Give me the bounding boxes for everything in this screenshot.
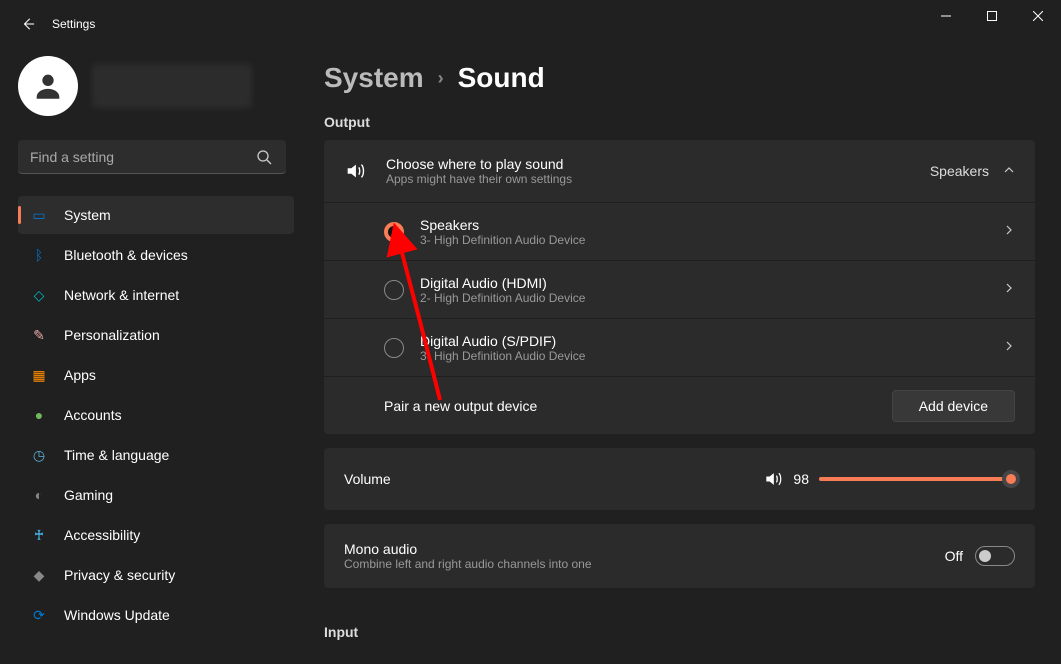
mono-toggle[interactable] [975, 546, 1015, 566]
output-header-subtitle: Apps might have their own settings [386, 172, 930, 186]
mono-audio-subtitle: Combine left and right audio channels in… [344, 557, 945, 571]
output-device-row[interactable]: Speakers3- High Definition Audio Device [324, 202, 1035, 260]
nav-icon: ◆ [30, 566, 48, 584]
chevron-right-icon [1003, 282, 1015, 297]
close-button[interactable] [1015, 0, 1061, 32]
minimize-button[interactable] [923, 0, 969, 32]
search-input[interactable] [18, 140, 286, 174]
output-card: Choose where to play sound Apps might ha… [324, 140, 1035, 434]
nav-label: System [64, 207, 111, 223]
breadcrumb-parent[interactable]: System [324, 62, 424, 94]
nav-icon: ● [30, 406, 48, 424]
nav-label: Bluetooth & devices [64, 247, 188, 263]
search-icon [256, 149, 272, 165]
avatar [18, 56, 78, 116]
nav-label: Time & language [64, 447, 169, 463]
nav-icon: ▭ [30, 206, 48, 224]
user-profile[interactable] [18, 56, 294, 116]
mono-audio-title: Mono audio [344, 541, 945, 557]
volume-value: 98 [793, 471, 809, 487]
nav-icon: ◐ [30, 486, 48, 504]
output-section-label: Output [324, 114, 1035, 130]
mono-audio-card: Mono audio Combine left and right audio … [324, 524, 1035, 588]
add-device-button[interactable]: Add device [892, 390, 1015, 422]
breadcrumb-current: Sound [458, 62, 545, 94]
speaker-icon [344, 160, 366, 182]
chevron-up-icon [1003, 164, 1015, 179]
maximize-button[interactable] [969, 0, 1015, 32]
output-selected-device: Speakers [930, 163, 989, 179]
mono-toggle-state: Off [945, 548, 963, 564]
sidebar-item-bluetooth-devices[interactable]: ᛒ Bluetooth & devices [18, 236, 294, 274]
sidebar-item-gaming[interactable]: ◐ Gaming [18, 476, 294, 514]
nav-icon: ✎ [30, 326, 48, 344]
nav-label: Personalization [64, 327, 160, 343]
volume-card: Volume 98 [324, 448, 1035, 510]
sidebar-item-accessibility[interactable]: ♰ Accessibility [18, 516, 294, 554]
profile-name-redacted [92, 64, 252, 108]
sidebar-item-personalization[interactable]: ✎ Personalization [18, 316, 294, 354]
device-radio[interactable] [384, 280, 404, 300]
sidebar-item-windows-update[interactable]: ⟳ Windows Update [18, 596, 294, 634]
volume-slider[interactable] [819, 477, 1015, 481]
output-device-row[interactable]: Digital Audio (HDMI)2- High Definition A… [324, 260, 1035, 318]
input-section-label: Input [324, 624, 1035, 640]
volume-label: Volume [344, 471, 391, 487]
nav-icon: ▦ [30, 366, 48, 384]
sidebar-item-privacy-security[interactable]: ◆ Privacy & security [18, 556, 294, 594]
pair-device-label: Pair a new output device [384, 398, 892, 414]
sidebar-item-system[interactable]: ▭ System [18, 196, 294, 234]
nav-label: Network & internet [64, 287, 179, 303]
device-subtitle: 3- High Definition Audio Device [420, 233, 1003, 247]
nav-label: Windows Update [64, 607, 170, 623]
nav-label: Privacy & security [64, 567, 175, 583]
device-subtitle: 3- High Definition Audio Device [420, 349, 1003, 363]
nav-label: Accessibility [64, 527, 140, 543]
output-header[interactable]: Choose where to play sound Apps might ha… [324, 140, 1035, 202]
device-name: Digital Audio (HDMI) [420, 275, 1003, 291]
output-device-row[interactable]: Digital Audio (S/PDIF)3- High Definition… [324, 318, 1035, 376]
nav-icon: ◷ [30, 446, 48, 464]
device-name: Speakers [420, 217, 1003, 233]
chevron-right-icon: › [438, 68, 444, 89]
sidebar-item-network-internet[interactable]: ◇ Network & internet [18, 276, 294, 314]
chevron-right-icon [1003, 224, 1015, 239]
volume-icon[interactable] [763, 469, 783, 489]
chevron-right-icon [1003, 340, 1015, 355]
device-radio[interactable] [384, 222, 404, 242]
sidebar-item-apps[interactable]: ▦ Apps [18, 356, 294, 394]
nav-label: Apps [64, 367, 96, 383]
breadcrumb: System › Sound [324, 62, 1035, 94]
nav-icon: ♰ [30, 526, 48, 544]
sidebar-item-accounts[interactable]: ● Accounts [18, 396, 294, 434]
output-header-title: Choose where to play sound [386, 156, 930, 172]
nav-icon: ◇ [30, 286, 48, 304]
nav-icon: ⟳ [30, 606, 48, 624]
nav-icon: ᛒ [30, 246, 48, 264]
device-name: Digital Audio (S/PDIF) [420, 333, 1003, 349]
nav-label: Gaming [64, 487, 113, 503]
device-radio[interactable] [384, 338, 404, 358]
back-button[interactable] [20, 16, 36, 32]
device-subtitle: 2- High Definition Audio Device [420, 291, 1003, 305]
window-title: Settings [52, 17, 95, 31]
sidebar-item-time-language[interactable]: ◷ Time & language [18, 436, 294, 474]
nav-label: Accounts [64, 407, 122, 423]
